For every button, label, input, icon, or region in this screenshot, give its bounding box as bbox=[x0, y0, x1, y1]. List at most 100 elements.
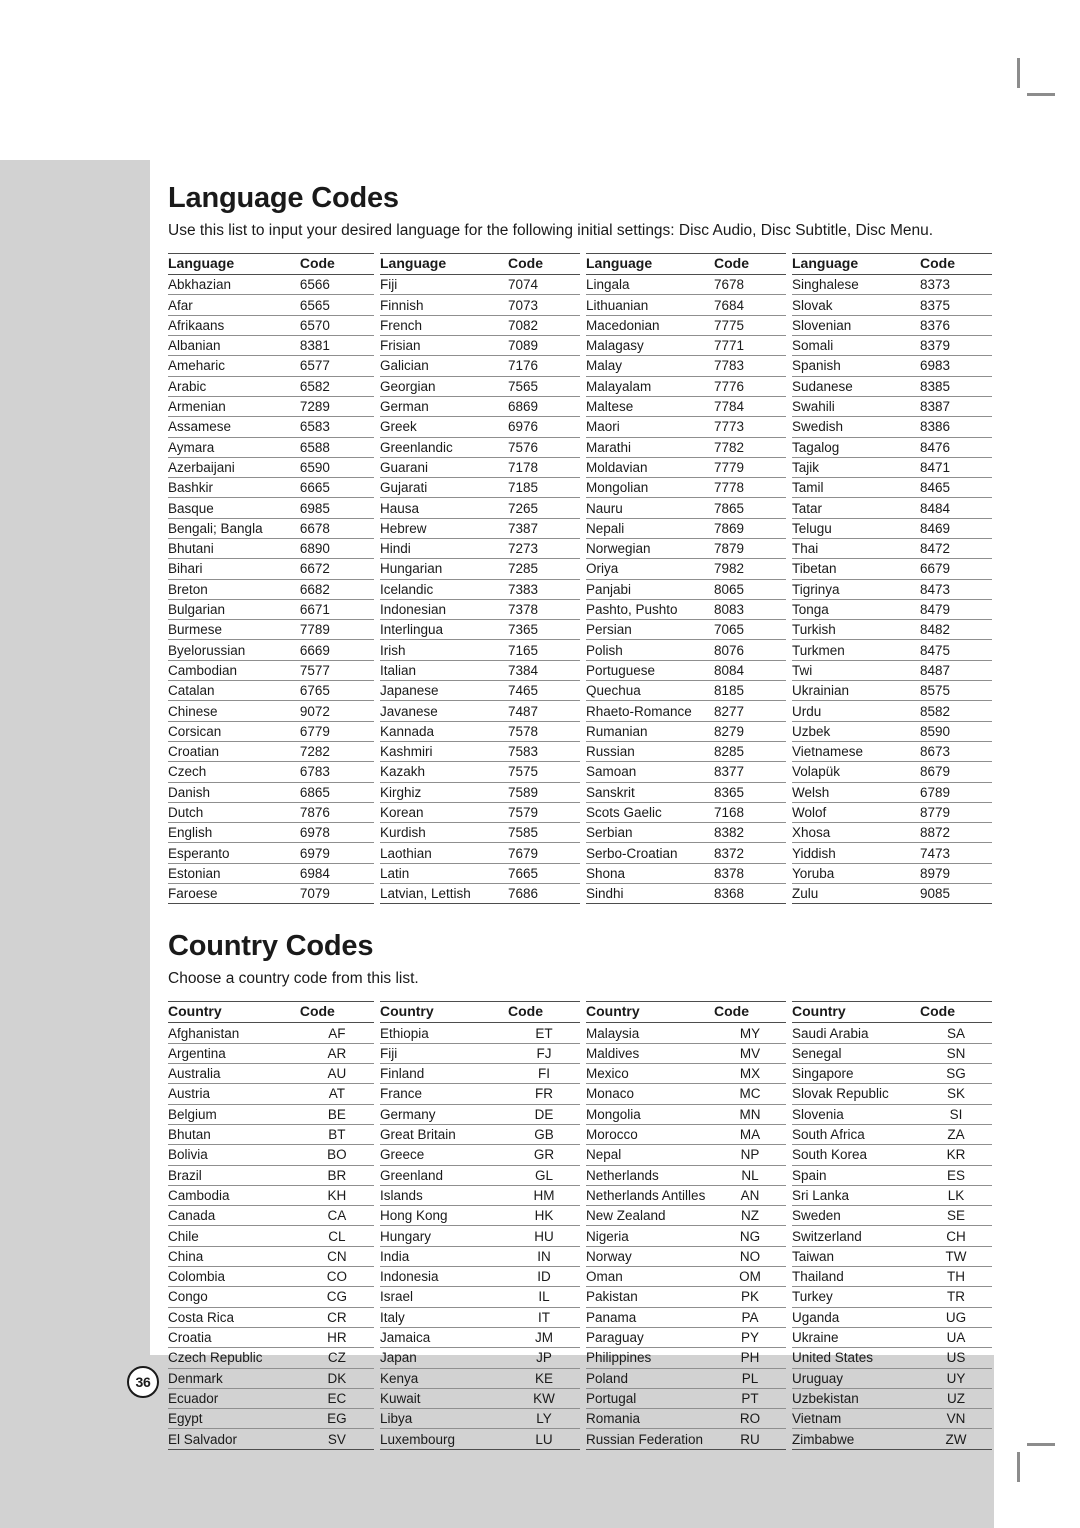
table-row: Tamil 8465 bbox=[792, 477, 992, 499]
cell-name: Turkish bbox=[792, 619, 920, 641]
table-row: Islands HM bbox=[380, 1185, 580, 1207]
cell-code: 7773 bbox=[714, 416, 786, 438]
table-row: Ameharic 6577 bbox=[168, 355, 374, 377]
cell-name: Uruguay bbox=[792, 1368, 920, 1389]
cell-code: RU bbox=[714, 1428, 786, 1450]
cell-name: Esperanto bbox=[168, 842, 300, 864]
cell-code: 7165 bbox=[508, 639, 580, 661]
table-row: Spanish 6983 bbox=[792, 355, 992, 377]
cell-code: 7577 bbox=[299, 660, 374, 682]
cell-code: FJ bbox=[508, 1043, 580, 1065]
cell-code: CH bbox=[920, 1225, 992, 1247]
cell-name: Hebrew bbox=[380, 518, 508, 539]
cell-code: 7869 bbox=[714, 518, 786, 539]
table-row: Macedonian 7775 bbox=[586, 315, 786, 337]
cell-code: KW bbox=[508, 1388, 580, 1410]
cell-code: CZ bbox=[299, 1347, 374, 1369]
cell-name: Sweden bbox=[792, 1205, 920, 1227]
table-row: Chile CL bbox=[168, 1225, 374, 1247]
table-header-row: Language Code bbox=[380, 253, 580, 276]
cell-name: India bbox=[380, 1246, 508, 1268]
cell-code: KH bbox=[299, 1185, 374, 1207]
cell-code: NG bbox=[714, 1225, 786, 1247]
cell-name: Afar bbox=[168, 294, 300, 316]
cell-name: Ethiopia bbox=[380, 1022, 508, 1044]
cell-code: NZ bbox=[714, 1205, 786, 1227]
cell-name: Croatia bbox=[168, 1327, 300, 1349]
table-row: Morocco MA bbox=[586, 1124, 786, 1146]
cell-name: Singhalese bbox=[792, 274, 920, 296]
cell-code: VN bbox=[920, 1408, 992, 1430]
cell-name: Yoruba bbox=[792, 863, 920, 885]
cell-code: 6789 bbox=[920, 782, 992, 803]
table-row: Armenian 7289 bbox=[168, 396, 374, 418]
table-row: Georgian 7565 bbox=[380, 376, 580, 397]
table-row: Javanese 7487 bbox=[380, 700, 580, 722]
table-row: Ukrainian 8575 bbox=[792, 680, 992, 702]
table-row: Urdu 8582 bbox=[792, 700, 992, 722]
table-row: Tagalog 8476 bbox=[792, 437, 992, 458]
table-row: Slovenia SI bbox=[792, 1104, 992, 1125]
cell-name: Romania bbox=[586, 1408, 714, 1430]
table-row: Brazil BR bbox=[168, 1165, 374, 1186]
cell-name: Netherlands bbox=[586, 1165, 714, 1186]
cell-name: Aymara bbox=[168, 437, 300, 458]
cell-name: Saudi Arabia bbox=[792, 1022, 920, 1044]
table-row: Nauru 7865 bbox=[586, 497, 786, 519]
cell-name: Catalan bbox=[168, 680, 300, 702]
table-row: Panama PA bbox=[586, 1307, 786, 1328]
table-row: French 7082 bbox=[380, 315, 580, 337]
table-row: Spain ES bbox=[792, 1165, 992, 1186]
cell-name: Dutch bbox=[168, 802, 300, 824]
table-row: Arabic 6582 bbox=[168, 376, 374, 397]
cell-name: Italian bbox=[380, 660, 508, 682]
cell-name: El Salvador bbox=[168, 1428, 300, 1450]
table-row: Laothian 7679 bbox=[380, 842, 580, 864]
table-row: Croatian 7282 bbox=[168, 741, 374, 763]
cell-code: DE bbox=[508, 1104, 580, 1125]
cell-name: Norway bbox=[586, 1246, 714, 1268]
table-row: Swahili 8387 bbox=[792, 396, 992, 418]
cell-name: New Zealand bbox=[586, 1205, 714, 1227]
cell-name: Lingala bbox=[586, 274, 714, 296]
table-row: Ecuador EC bbox=[168, 1388, 374, 1410]
cell-code: 7273 bbox=[508, 538, 580, 560]
cell-name: Malaysia bbox=[586, 1022, 714, 1044]
column-header-code: Code bbox=[714, 253, 786, 276]
cell-code: MA bbox=[714, 1124, 786, 1146]
cell-code: PA bbox=[714, 1307, 786, 1328]
cell-name: Kurdish bbox=[380, 822, 508, 844]
cell-name: Congo bbox=[168, 1286, 300, 1308]
table-row: Bulgarian 6671 bbox=[168, 599, 374, 621]
cell-name: Gujarati bbox=[380, 477, 508, 499]
cell-name: Egypt bbox=[168, 1408, 300, 1430]
cell-name: Afrikaans bbox=[168, 315, 300, 337]
cell-name: Czech bbox=[168, 761, 300, 783]
cell-name: Quechua bbox=[586, 680, 714, 702]
cell-code: 7285 bbox=[508, 558, 580, 580]
cell-code: 7383 bbox=[508, 579, 580, 600]
table-row: Hungarian 7285 bbox=[380, 558, 580, 580]
cell-name: Turkmen bbox=[792, 639, 920, 661]
cell-name: Latvian, Lettish bbox=[380, 883, 508, 905]
cell-code: 7775 bbox=[714, 315, 786, 337]
cell-name: Oriya bbox=[586, 558, 714, 580]
cell-code: 7465 bbox=[508, 680, 580, 702]
cell-code: ZW bbox=[920, 1428, 992, 1450]
cell-code: 8385 bbox=[920, 376, 992, 397]
table-row: Oman OM bbox=[586, 1266, 786, 1288]
table-row: Sri Lanka LK bbox=[792, 1185, 992, 1207]
country-column-4: Country Code Saudi Arabia SA Senegal SN Singap… bbox=[786, 1001, 992, 1450]
table-row: Libya LY bbox=[380, 1408, 580, 1430]
table-row: Wolof 8779 bbox=[792, 802, 992, 824]
table-row: Norwegian 7879 bbox=[586, 538, 786, 560]
cell-name: Basque bbox=[168, 497, 300, 519]
cell-name: Wolof bbox=[792, 802, 920, 824]
cell-code: PT bbox=[714, 1388, 786, 1410]
cell-code: ES bbox=[920, 1165, 992, 1186]
cell-code: SE bbox=[920, 1205, 992, 1227]
page-content: Language Codes Use this list to input yo… bbox=[168, 182, 992, 1450]
cell-code: ID bbox=[508, 1266, 580, 1288]
cell-code: 7176 bbox=[508, 355, 580, 377]
cell-name: Greek bbox=[380, 416, 508, 438]
